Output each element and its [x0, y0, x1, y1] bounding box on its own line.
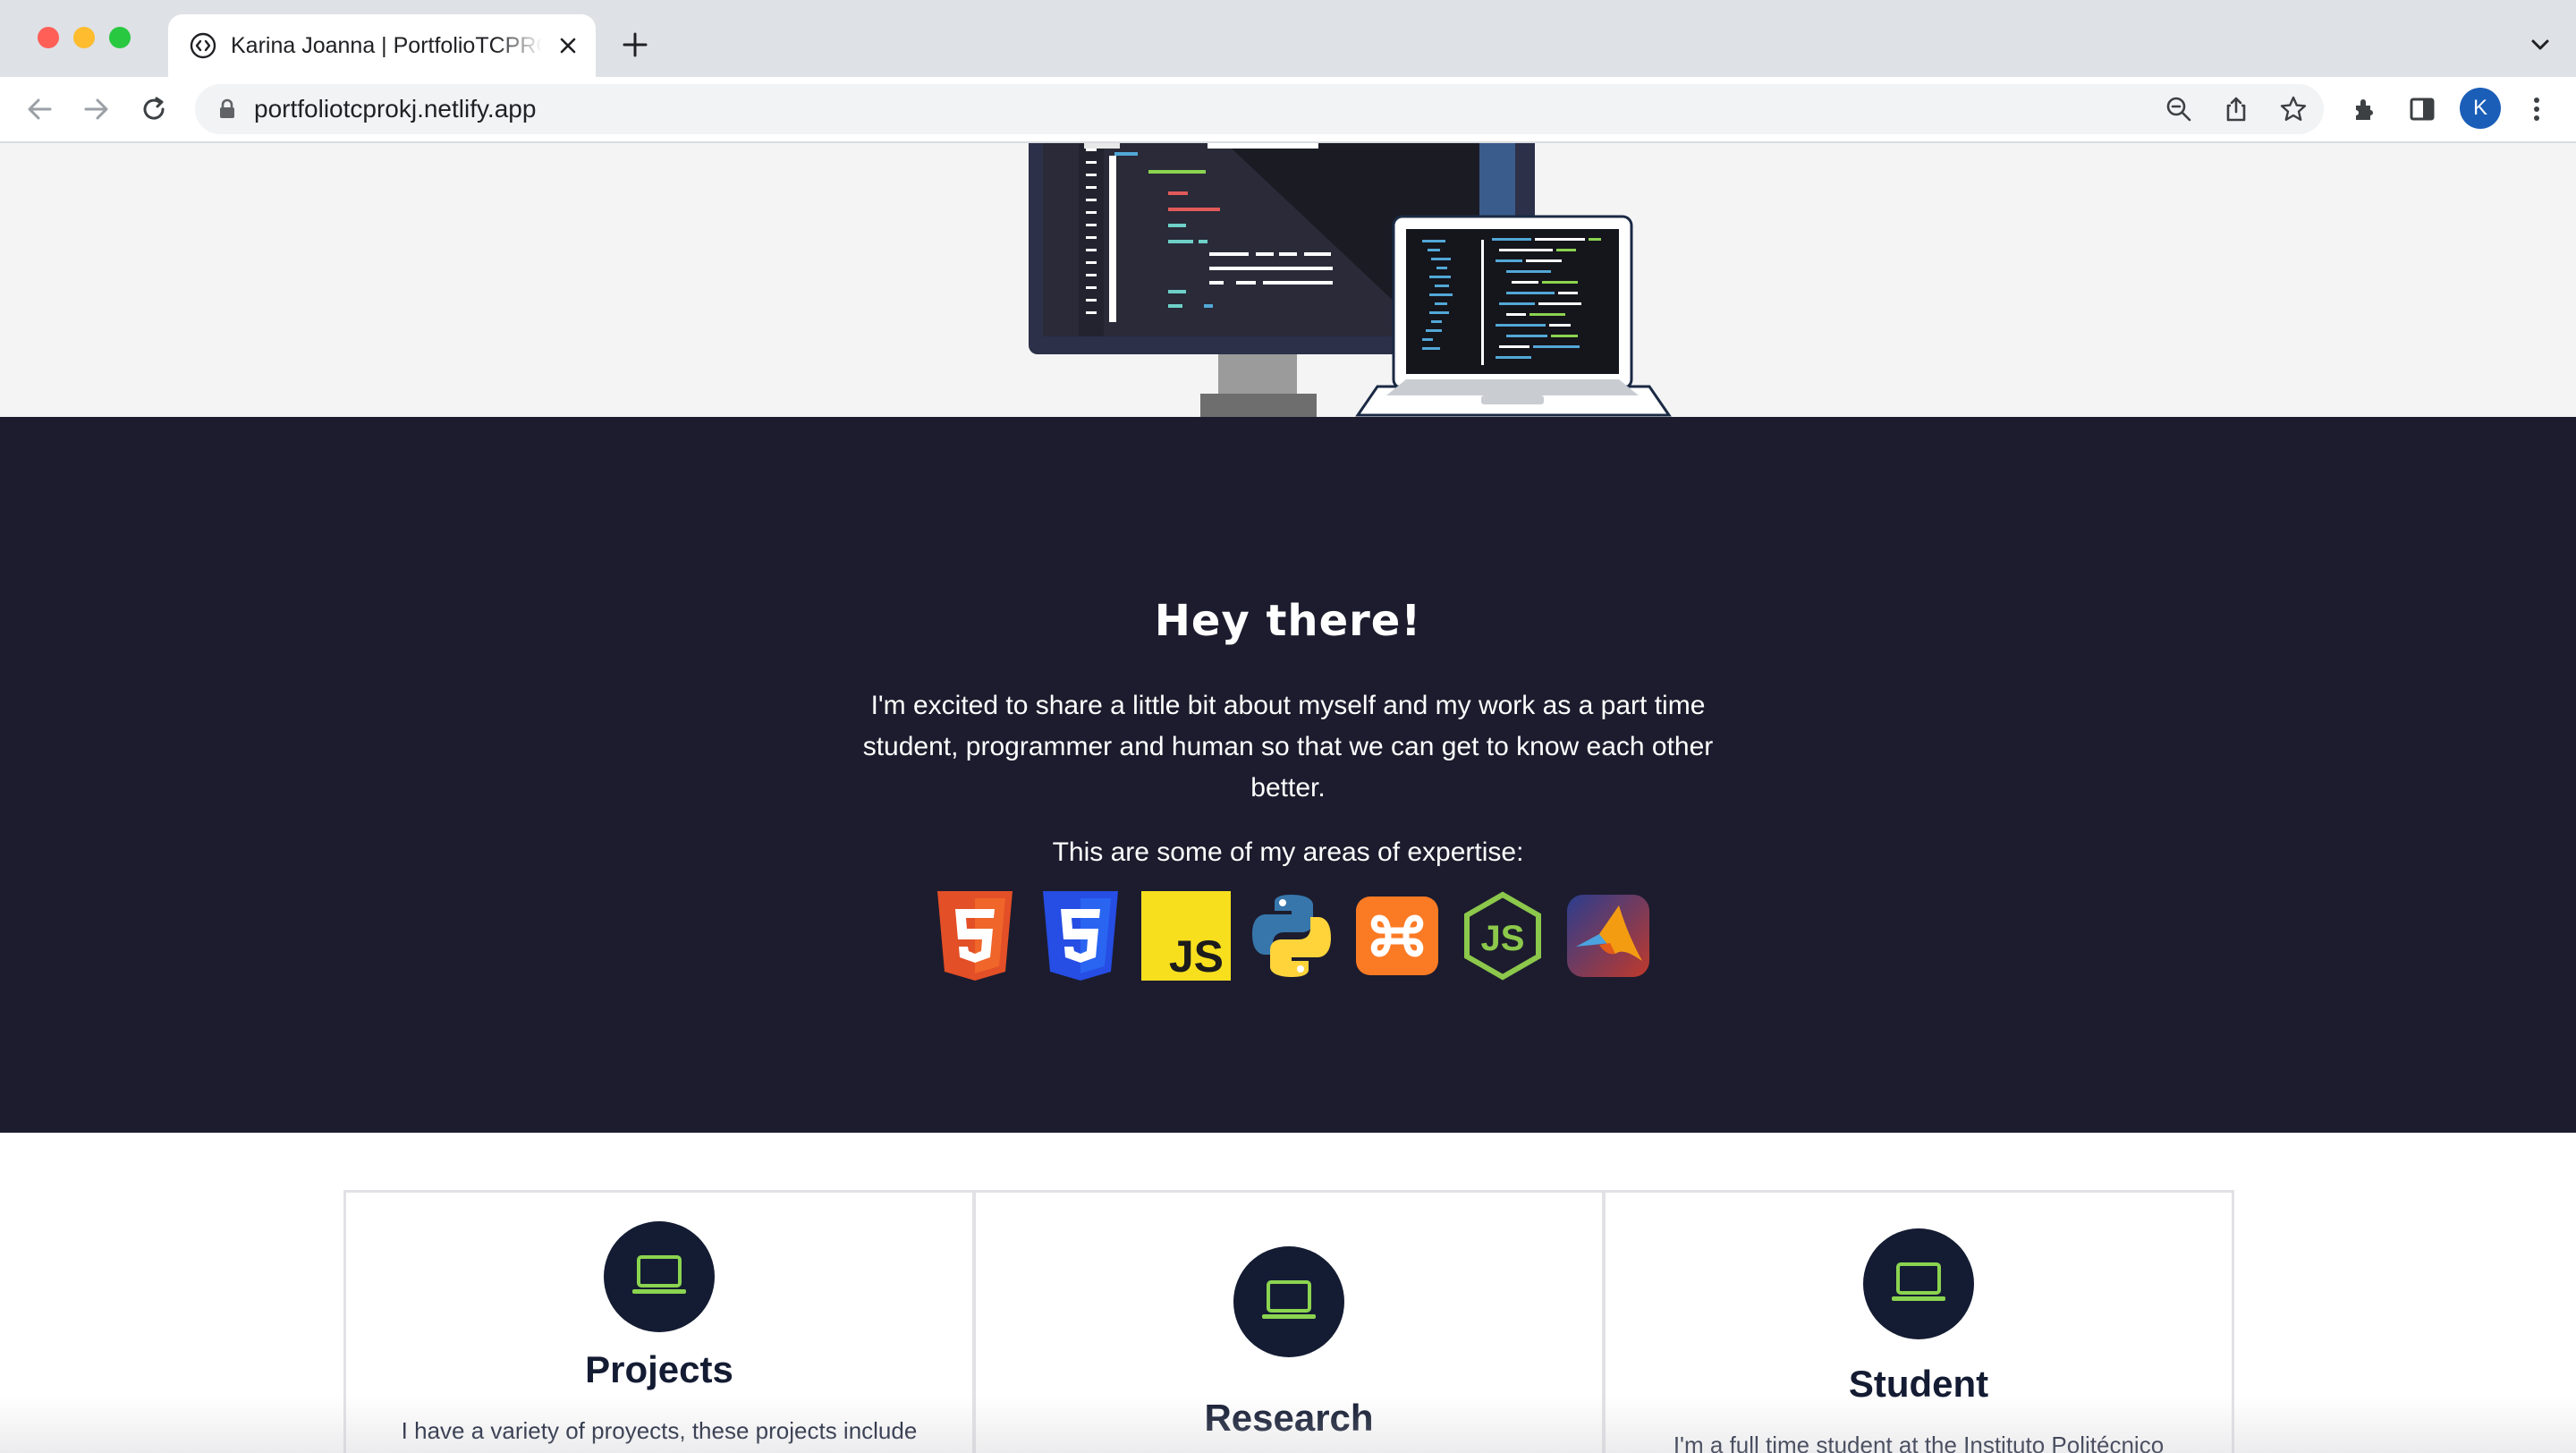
- html5-icon: [937, 891, 1013, 981]
- python-icon: [1252, 895, 1331, 977]
- card-title: Research: [1204, 1397, 1374, 1439]
- about-title: Hey there!: [1154, 596, 1422, 646]
- card-icon-circle: [1863, 1228, 1974, 1339]
- bookmark-star-icon[interactable]: [2279, 95, 2308, 123]
- about-text: I'm excited to share a little bit about …: [862, 691, 1714, 803]
- more-icon[interactable]: [2521, 93, 2553, 125]
- css3-icon: [1043, 891, 1118, 981]
- site-favicon-icon: [190, 32, 216, 59]
- expertise-subtitle: This are some of my areas of expertise:: [1052, 837, 1524, 867]
- browser-toolbar: portfoliotcprokj.netlify.app K: [0, 77, 2576, 143]
- back-icon[interactable]: [23, 93, 55, 125]
- skills-list: JS JS: [930, 891, 1649, 981]
- tab-search-chevron-icon[interactable]: [2526, 30, 2555, 59]
- matlab-icon: [1567, 895, 1649, 977]
- page-content: Hey there! I'm excited to share a little…: [0, 143, 2576, 1453]
- new-tab-icon[interactable]: [617, 27, 653, 63]
- xampp-icon: [1356, 896, 1438, 975]
- javascript-icon: JS: [1141, 891, 1231, 981]
- reload-icon[interactable]: [138, 93, 170, 125]
- nodejs-icon: JS: [1464, 891, 1541, 981]
- tab-close-icon[interactable]: [553, 30, 583, 61]
- sidebar-icon[interactable]: [2406, 93, 2438, 125]
- service-card-research: Research: [973, 1190, 1605, 1453]
- lock-icon[interactable]: [215, 97, 240, 122]
- share-icon[interactable]: [2222, 95, 2250, 123]
- card-text: I have a variety of proyects, these proj…: [401, 1417, 918, 1444]
- browser-tab-bar: Karina Joanna | PortfolioTCPROKJ: [0, 0, 2576, 77]
- card-icon-circle: [604, 1221, 715, 1332]
- profile-avatar[interactable]: K: [2460, 88, 2501, 129]
- services-section: Projects I have a variety of proyects, t…: [343, 1190, 2234, 1453]
- about-section: Hey there! I'm excited to share a little…: [0, 417, 2576, 1133]
- svg-text:JS: JS: [1169, 931, 1224, 981]
- forward-icon[interactable]: [80, 93, 113, 125]
- url-text[interactable]: portfoliotcprokj.netlify.app: [254, 96, 536, 123]
- card-text: I'm a full time student at the Instituto…: [1673, 1432, 2165, 1453]
- card-title: Student: [1848, 1363, 1989, 1405]
- close-window-button[interactable]: [38, 27, 59, 48]
- laptop-icon: [1262, 1280, 1316, 1319]
- minimize-window-button[interactable]: [73, 27, 95, 48]
- maximize-window-button[interactable]: [109, 27, 131, 48]
- tab-title: Karina Joanna | PortfolioTCPROKJ: [231, 33, 542, 58]
- computer-illustration: [1029, 143, 1672, 417]
- laptop-icon: [632, 1255, 686, 1294]
- hero-section: [0, 143, 2576, 417]
- laptop-icon: [1892, 1262, 1945, 1301]
- card-icon-circle: [1233, 1246, 1344, 1357]
- address-bar[interactable]: portfoliotcprokj.netlify.app: [195, 84, 2324, 134]
- service-card-student: Student I'm a full time student at the I…: [1603, 1190, 2234, 1453]
- zoom-out-icon[interactable]: [2165, 95, 2193, 123]
- browser-tab[interactable]: Karina Joanna | PortfolioTCPROKJ: [168, 14, 596, 77]
- service-card-projects: Projects I have a variety of proyects, t…: [343, 1190, 975, 1453]
- svg-text:JS: JS: [1481, 919, 1525, 958]
- card-title: Projects: [585, 1348, 733, 1390]
- extensions-icon[interactable]: [2349, 93, 2381, 125]
